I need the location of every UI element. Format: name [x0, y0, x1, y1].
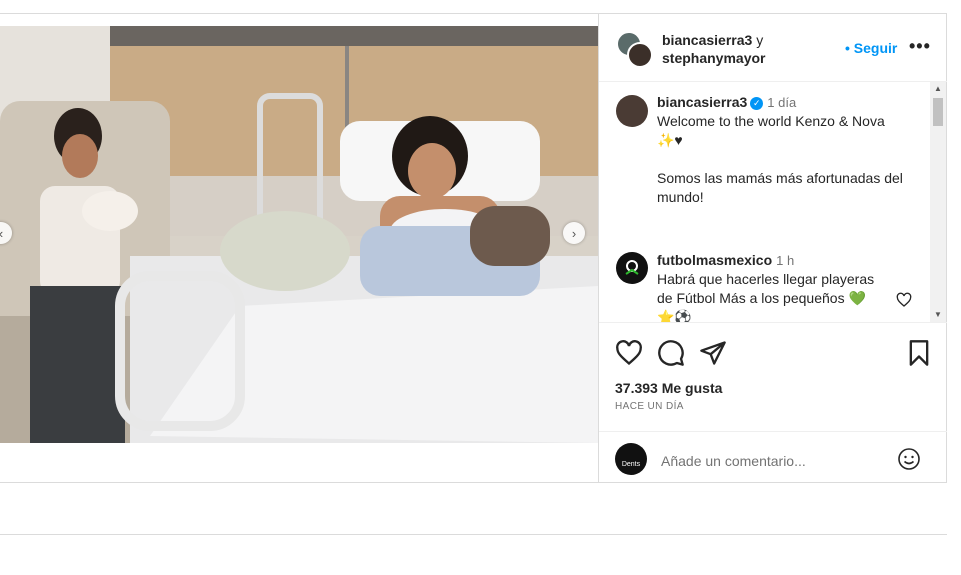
page-divider: [0, 534, 947, 535]
verified-icon: ✓: [750, 96, 764, 110]
scroll-thumb[interactable]: [933, 98, 943, 126]
post-authors: biancasierra3 y stephanymayor: [662, 31, 765, 67]
more-options-icon[interactable]: •••: [909, 36, 931, 57]
post-timestamp: HACE UN DÍA: [615, 401, 684, 412]
follow-button[interactable]: • Seguir: [845, 40, 897, 56]
author-joiner: y: [756, 32, 764, 48]
post-header: biancasierra3 y stephanymayor • Seguir •…: [599, 14, 947, 82]
avatar[interactable]: Dents: [615, 443, 647, 475]
avatar[interactable]: [616, 252, 648, 284]
comment-user[interactable]: futbolmasmexico: [657, 252, 772, 268]
hospital-photo: [0, 26, 598, 443]
futbolmas-logo-icon: [625, 260, 639, 275]
author-name[interactable]: stephanymayor: [662, 50, 765, 66]
caption-line: Welcome to the world Kenzo & Nova: [657, 113, 885, 129]
post-side-panel: biancasierra3 y stephanymayor • Seguir •…: [598, 14, 947, 483]
comment-time[interactable]: 1 h: [776, 253, 794, 268]
scroll-down-icon[interactable]: ▼: [934, 310, 942, 319]
caption-line: Somos las mamás más afortunadas del mund…: [657, 170, 903, 205]
collab-avatars[interactable]: [616, 31, 653, 68]
likes-count[interactable]: 37.393 Me gusta: [615, 380, 722, 396]
avatar-label: Dents: [621, 461, 641, 468]
caption-user[interactable]: biancasierra3: [657, 94, 747, 110]
caption-time[interactable]: 1 día: [767, 95, 796, 110]
send-icon[interactable]: [699, 339, 727, 367]
bookmark-icon[interactable]: [905, 339, 933, 367]
add-comment-bar: Dents Añade un comentario...: [599, 431, 947, 485]
follow-dot: •: [845, 40, 850, 56]
caption-emoji: ✨♥: [657, 132, 683, 148]
follow-label: Seguir: [853, 40, 898, 56]
avatar[interactable]: [616, 95, 648, 127]
comment-input[interactable]: Añade un comentario...: [661, 453, 806, 469]
post-image[interactable]: ‹ ›: [0, 26, 598, 443]
comment-text: Habrá que hacerles llegar playeras de Fú…: [657, 271, 875, 306]
comments-scrollbar[interactable]: ▲ ▼: [930, 82, 946, 322]
heart-icon[interactable]: [615, 339, 643, 367]
avatar[interactable]: [627, 42, 653, 68]
comment-like-heart-icon[interactable]: [896, 292, 912, 308]
next-arrow[interactable]: ›: [563, 222, 585, 244]
post-actions: 37.393 Me gusta HACE UN DÍA Dents Añade …: [599, 322, 947, 484]
comments-list: biancasierra3 ✓ 1 día Welcome to the world…: [599, 82, 947, 322]
comment-icon[interactable]: [657, 339, 685, 367]
author-name[interactable]: biancasierra3: [662, 32, 752, 48]
emoji-icon[interactable]: [897, 447, 921, 471]
scroll-up-icon[interactable]: ▲: [934, 84, 942, 93]
comment-emoji: ⭐⚽: [657, 309, 692, 322]
caption: biancasierra3 ✓ 1 día Welcome to the world…: [657, 93, 917, 207]
comment-item: futbolmasmexico 1 h Habrá que hacerles ll…: [657, 251, 887, 322]
